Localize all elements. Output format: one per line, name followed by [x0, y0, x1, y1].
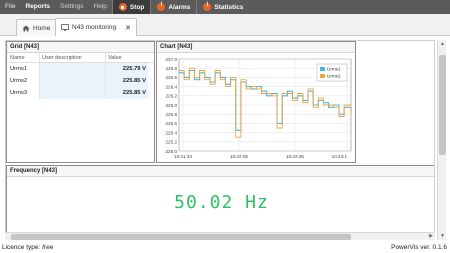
- frequency-value: 50.02 Hz: [174, 192, 269, 213]
- voltage-chart[interactable]: 227.0 226.8 226.6 226.4 226.2 226.0 225.8 225.6…: [157, 53, 355, 162]
- stop-label: Stop: [129, 3, 145, 11]
- legend-label: Urms2: [327, 74, 341, 79]
- table-row[interactable]: Urms3 225.85 V: [7, 87, 154, 99]
- tab-home[interactable]: Home: [16, 19, 57, 36]
- x-tick-label: 10:43:1: [332, 154, 348, 159]
- cell-name: Urms3: [7, 87, 40, 99]
- cell-description[interactable]: [40, 87, 106, 99]
- menu-settings[interactable]: Settings: [55, 0, 89, 14]
- grid-panel: Grid [N43] Name User description Value U…: [6, 41, 155, 163]
- cell-value: 225.79 V: [106, 63, 148, 75]
- licence-label: Licence type:: [2, 244, 41, 251]
- y-tick-label: 227.0: [166, 57, 178, 62]
- horizontal-scrollbar[interactable]: ▶: [5, 232, 435, 240]
- y-tick-label: 225.2: [166, 140, 178, 145]
- statistics-label: Statistics: [214, 3, 244, 11]
- alarms-button[interactable]: Alarms: [150, 0, 196, 14]
- tab-monitoring-label: N43 monitoring: [72, 24, 117, 31]
- home-icon: [22, 25, 30, 31]
- close-icon[interactable]: ✕: [125, 24, 131, 32]
- menu-reports[interactable]: Reports: [20, 0, 55, 14]
- chart-panel-title: Chart [N43]: [157, 42, 355, 53]
- cell-value: 225.85 V: [106, 75, 148, 87]
- vertical-scroll-thumb[interactable]: [439, 55, 446, 155]
- scroll-right-icon[interactable]: ▶: [429, 233, 433, 239]
- y-tick-label: 226.4: [166, 84, 178, 89]
- menu-help[interactable]: Help: [89, 0, 112, 14]
- x-tick-label: 10:42:05: [230, 154, 248, 159]
- horizontal-scroll-thumb[interactable]: [11, 234, 351, 240]
- alarms-label: Alarms: [168, 3, 191, 11]
- y-tick-label: 225.4: [166, 130, 178, 135]
- frequency-panel-title: Frequency [N43]: [7, 166, 434, 177]
- version-text: PowerVis ver. 0.1.6: [391, 244, 447, 251]
- monitor-icon: [61, 24, 69, 31]
- y-tick-label: 225.8: [166, 112, 178, 117]
- alarm-icon: [157, 2, 166, 11]
- statistics-button[interactable]: Statistics: [196, 0, 249, 14]
- column-header-value[interactable]: Value: [106, 53, 148, 62]
- frequency-panel: Frequency [N43] 50.02 Hz: [6, 165, 434, 239]
- tab-monitoring[interactable]: N43 monitoring ✕: [55, 18, 137, 36]
- cell-name: Urms1: [7, 63, 40, 75]
- y-tick-label: 226.6: [166, 75, 178, 80]
- status-bar: Licence type: free PowerVis ver. 0.1.6: [0, 243, 450, 253]
- x-tick-label: 10:41:33: [174, 154, 192, 159]
- legend-label: Urms1: [327, 67, 341, 72]
- tab-bar: Home N43 monitoring ✕: [0, 14, 450, 36]
- y-tick-label: 226.2: [166, 94, 178, 99]
- dashboard-area: Grid [N43] Name User description Value U…: [5, 40, 435, 240]
- licence-value: free: [42, 244, 54, 251]
- tab-home-label: Home: [33, 24, 51, 32]
- legend-swatch: [320, 67, 325, 71]
- y-tick-label: 225.6: [166, 121, 178, 126]
- column-header-description[interactable]: User description: [40, 53, 106, 62]
- legend-swatch: [320, 74, 325, 78]
- y-tick-label: 226.0: [166, 103, 178, 108]
- scroll-down-icon[interactable]: ▼: [440, 233, 445, 239]
- grid-panel-title: Grid [N43]: [7, 42, 154, 53]
- grid-header: Name User description Value: [7, 53, 154, 63]
- vertical-scrollbar[interactable]: ▲ ▼: [437, 40, 446, 240]
- cell-name: Urms2: [7, 75, 40, 87]
- x-tick-label: 10:42:35: [286, 154, 304, 159]
- chart-panel: Chart [N43] 227.0 226.8 226.6 226.4 226.2 226…: [156, 41, 356, 163]
- scroll-up-icon[interactable]: ▲: [440, 41, 445, 47]
- statistics-icon: [203, 2, 212, 11]
- table-row[interactable]: Urms2 225.85 V: [7, 75, 154, 87]
- y-tick-label: 226.8: [166, 66, 178, 71]
- cell-description[interactable]: [40, 63, 106, 75]
- menu-file[interactable]: File: [0, 0, 20, 14]
- column-header-name[interactable]: Name: [7, 53, 40, 62]
- table-row[interactable]: Urms1 225.79 V: [7, 63, 154, 75]
- cell-value: 225.85 V: [106, 87, 148, 99]
- stop-icon: [118, 3, 127, 11]
- menu-bar: File Reports Settings Help Stop Alarms S…: [0, 0, 450, 14]
- cell-description[interactable]: [40, 75, 106, 87]
- stop-button[interactable]: Stop: [111, 0, 151, 14]
